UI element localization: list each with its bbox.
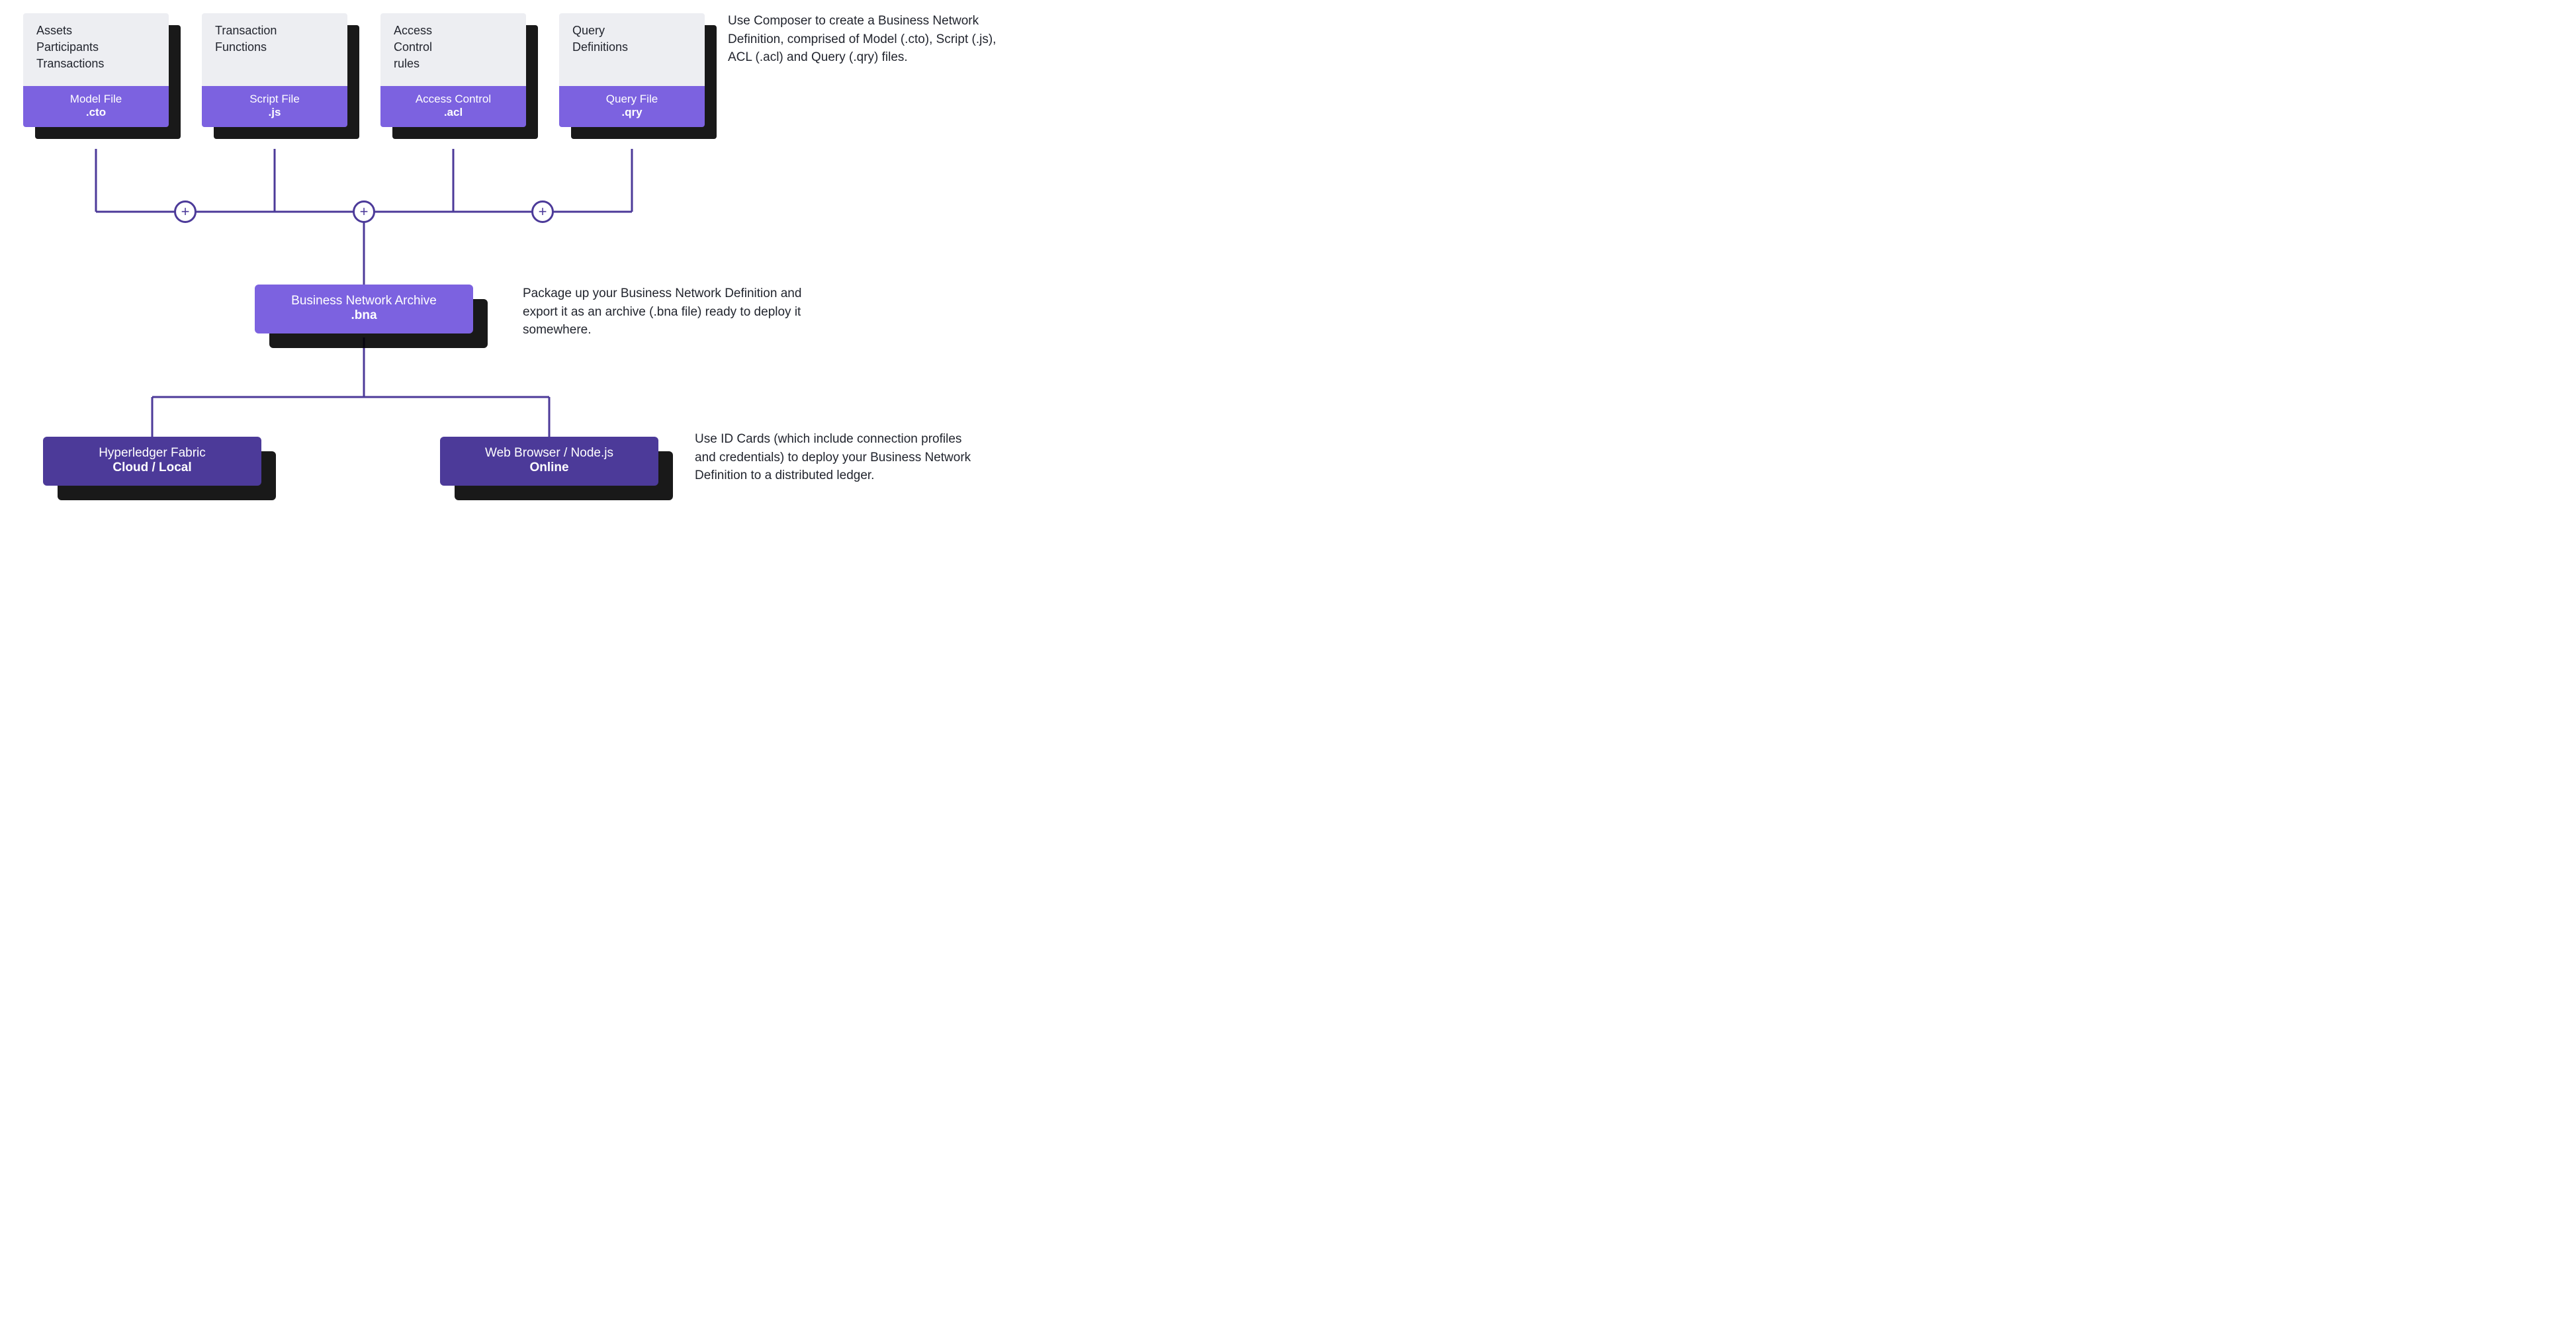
- plus-icon: +: [531, 200, 554, 223]
- description-bottom: Use ID Cards (which include connection p…: [695, 430, 979, 485]
- file-card-desc: Access Control rules: [380, 13, 526, 86]
- bna-card: Business Network Archive .bna: [255, 285, 473, 333]
- file-card-desc: Transaction Functions: [202, 13, 347, 86]
- deploy-card-fabric: Hyperledger Fabric Cloud / Local: [43, 437, 261, 486]
- file-card-desc: Query Definitions: [559, 13, 705, 86]
- diagram-canvas: + + + Assets Participants Transactions M…: [0, 0, 1019, 529]
- file-card-footer: Script File .js: [202, 86, 347, 127]
- file-card-script: Transaction Functions Script File .js: [202, 13, 347, 127]
- file-card-footer: Model File .cto: [23, 86, 169, 127]
- plus-icon: +: [353, 200, 375, 223]
- description-top: Use Composer to create a Business Networ…: [728, 12, 1012, 67]
- file-card-acl: Access Control rules Access Control .acl: [380, 13, 526, 127]
- file-card-footer: Query File .qry: [559, 86, 705, 127]
- file-card-query: Query Definitions Query File .qry: [559, 13, 705, 127]
- plus-icon: +: [174, 200, 197, 223]
- file-card-model: Assets Participants Transactions Model F…: [23, 13, 169, 127]
- description-middle: Package up your Business Network Definit…: [523, 285, 807, 339]
- deploy-card-web: Web Browser / Node.js Online: [440, 437, 658, 486]
- file-card-footer: Access Control .acl: [380, 86, 526, 127]
- file-card-desc: Assets Participants Transactions: [23, 13, 169, 86]
